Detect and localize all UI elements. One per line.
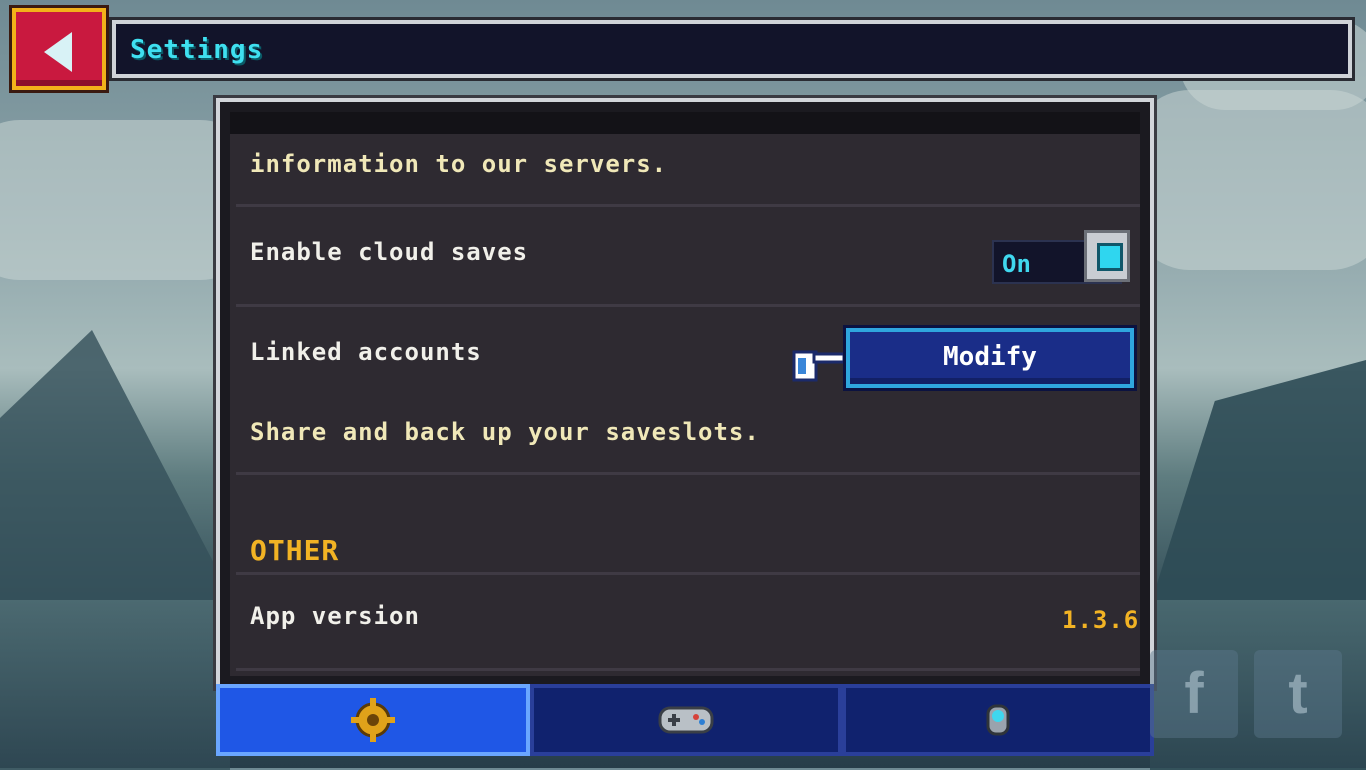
- divider: [236, 472, 1140, 475]
- settings-panel: information to our servers. Enable cloud…: [216, 98, 1154, 688]
- divider: [236, 572, 1140, 575]
- twitter-icon: t: [1288, 661, 1308, 726]
- cloud-saves-toggle[interactable]: On: [992, 230, 1134, 286]
- title-bar: Settings: [112, 20, 1352, 78]
- tab-controls[interactable]: [530, 684, 842, 756]
- back-button[interactable]: [12, 8, 106, 90]
- app-version-value: 1.3.6: [1062, 606, 1140, 634]
- settings-list[interactable]: information to our servers. Enable cloud…: [230, 112, 1140, 676]
- tab-other[interactable]: [842, 684, 1154, 756]
- toggle-knob[interactable]: [1084, 230, 1130, 282]
- back-arrow-icon: [44, 32, 72, 72]
- gear-icon: [351, 698, 395, 742]
- settings-tab-bar: [216, 684, 1154, 756]
- tab-general[interactable]: [216, 684, 530, 756]
- facebook-button[interactable]: f: [1150, 650, 1238, 738]
- divider: [236, 668, 1140, 671]
- linked-accounts-description: Share and back up your saveslots.: [250, 418, 760, 446]
- pointing-hand-icon: [792, 350, 846, 382]
- facebook-icon: f: [1184, 661, 1204, 726]
- section-heading-other: OTHER: [250, 534, 340, 567]
- divider: [236, 204, 1140, 207]
- cloud-saves-label: Enable cloud saves: [250, 238, 529, 266]
- modify-linked-accounts-button[interactable]: Modify: [846, 328, 1134, 388]
- twitter-button[interactable]: t: [1254, 650, 1342, 738]
- divider: [236, 304, 1140, 307]
- linked-accounts-label: Linked accounts: [250, 338, 482, 366]
- gamepad-icon: [658, 706, 714, 734]
- page-title: Settings: [130, 35, 264, 65]
- app-version-label: App version: [250, 602, 420, 630]
- partial-description: information to our servers.: [250, 150, 668, 178]
- orb-icon: [986, 704, 1010, 736]
- modify-button-label: Modify: [943, 342, 1037, 372]
- toggle-state-label: On: [1002, 250, 1031, 278]
